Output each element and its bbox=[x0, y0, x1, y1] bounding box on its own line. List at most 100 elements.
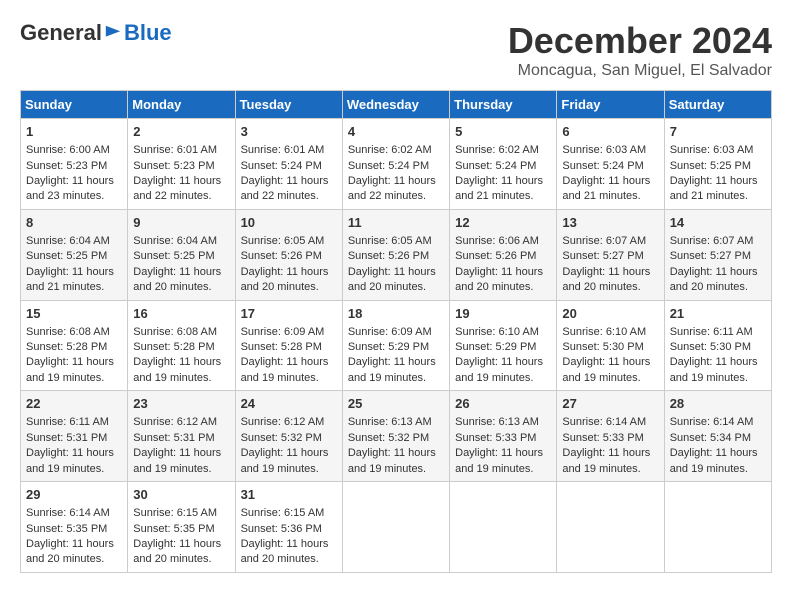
calendar-cell bbox=[664, 482, 771, 573]
sunrise-text: Sunrise: 6:07 AM bbox=[670, 235, 754, 247]
daylight-text: Daylight: 11 hours and 19 minutes. bbox=[26, 447, 114, 474]
sunrise-text: Sunrise: 6:14 AM bbox=[26, 507, 110, 519]
sunrise-text: Sunrise: 6:04 AM bbox=[26, 235, 110, 247]
day-number: 19 bbox=[455, 305, 551, 323]
daylight-text: Daylight: 11 hours and 19 minutes. bbox=[348, 447, 436, 474]
day-number: 27 bbox=[562, 395, 658, 413]
calendar-cell: 5 Sunrise: 6:02 AM Sunset: 5:24 PM Dayli… bbox=[450, 119, 557, 210]
day-number: 18 bbox=[348, 305, 444, 323]
sunset-text: Sunset: 5:28 PM bbox=[26, 341, 107, 353]
calendar-cell bbox=[557, 482, 664, 573]
daylight-text: Daylight: 11 hours and 20 minutes. bbox=[133, 538, 221, 565]
sunset-text: Sunset: 5:32 PM bbox=[348, 432, 429, 444]
daylight-text: Daylight: 11 hours and 20 minutes. bbox=[241, 266, 329, 293]
sunrise-text: Sunrise: 6:11 AM bbox=[26, 416, 109, 428]
calendar-cell: 19 Sunrise: 6:10 AM Sunset: 5:29 PM Dayl… bbox=[450, 300, 557, 391]
daylight-text: Daylight: 11 hours and 19 minutes. bbox=[455, 356, 543, 383]
calendar-cell: 22 Sunrise: 6:11 AM Sunset: 5:31 PM Dayl… bbox=[21, 391, 128, 482]
day-number: 25 bbox=[348, 395, 444, 413]
day-number: 2 bbox=[133, 123, 229, 141]
sunset-text: Sunset: 5:28 PM bbox=[241, 341, 322, 353]
daylight-text: Daylight: 11 hours and 19 minutes. bbox=[455, 447, 543, 474]
sunset-text: Sunset: 5:33 PM bbox=[455, 432, 536, 444]
day-number: 31 bbox=[241, 486, 337, 504]
sunrise-text: Sunrise: 6:12 AM bbox=[133, 416, 217, 428]
sunset-text: Sunset: 5:35 PM bbox=[133, 523, 214, 535]
calendar-cell: 8 Sunrise: 6:04 AM Sunset: 5:25 PM Dayli… bbox=[21, 209, 128, 300]
sunset-text: Sunset: 5:28 PM bbox=[133, 341, 214, 353]
sunrise-text: Sunrise: 6:06 AM bbox=[455, 235, 539, 247]
calendar-cell: 30 Sunrise: 6:15 AM Sunset: 5:35 PM Dayl… bbox=[128, 482, 235, 573]
sunset-text: Sunset: 5:26 PM bbox=[241, 250, 322, 262]
sunset-text: Sunset: 5:25 PM bbox=[26, 250, 107, 262]
sunrise-text: Sunrise: 6:13 AM bbox=[455, 416, 539, 428]
day-number: 3 bbox=[241, 123, 337, 141]
daylight-text: Daylight: 11 hours and 19 minutes. bbox=[670, 356, 758, 383]
calendar-table: SundayMondayTuesdayWednesdayThursdayFrid… bbox=[20, 90, 772, 573]
weekday-header: Friday bbox=[557, 91, 664, 119]
sunrise-text: Sunrise: 6:00 AM bbox=[26, 144, 110, 156]
sunset-text: Sunset: 5:32 PM bbox=[241, 432, 322, 444]
calendar-week-row: 15 Sunrise: 6:08 AM Sunset: 5:28 PM Dayl… bbox=[21, 300, 772, 391]
calendar-cell bbox=[450, 482, 557, 573]
calendar-cell: 24 Sunrise: 6:12 AM Sunset: 5:32 PM Dayl… bbox=[235, 391, 342, 482]
daylight-text: Daylight: 11 hours and 20 minutes. bbox=[348, 266, 436, 293]
day-number: 23 bbox=[133, 395, 229, 413]
sunset-text: Sunset: 5:24 PM bbox=[241, 160, 322, 172]
calendar-cell: 1 Sunrise: 6:00 AM Sunset: 5:23 PM Dayli… bbox=[21, 119, 128, 210]
sunrise-text: Sunrise: 6:01 AM bbox=[133, 144, 217, 156]
sunrise-text: Sunrise: 6:05 AM bbox=[348, 235, 432, 247]
weekday-header: Monday bbox=[128, 91, 235, 119]
daylight-text: Daylight: 11 hours and 22 minutes. bbox=[241, 175, 329, 202]
logo-blue: Blue bbox=[124, 20, 172, 46]
calendar-week-row: 29 Sunrise: 6:14 AM Sunset: 5:35 PM Dayl… bbox=[21, 482, 772, 573]
day-number: 13 bbox=[562, 214, 658, 232]
weekday-header: Thursday bbox=[450, 91, 557, 119]
day-number: 30 bbox=[133, 486, 229, 504]
daylight-text: Daylight: 11 hours and 20 minutes. bbox=[562, 266, 650, 293]
sunrise-text: Sunrise: 6:11 AM bbox=[670, 326, 753, 338]
sunrise-text: Sunrise: 6:01 AM bbox=[241, 144, 325, 156]
day-number: 17 bbox=[241, 305, 337, 323]
daylight-text: Daylight: 11 hours and 20 minutes. bbox=[670, 266, 758, 293]
day-number: 28 bbox=[670, 395, 766, 413]
sunrise-text: Sunrise: 6:10 AM bbox=[562, 326, 646, 338]
daylight-text: Daylight: 11 hours and 19 minutes. bbox=[670, 447, 758, 474]
sunset-text: Sunset: 5:24 PM bbox=[348, 160, 429, 172]
daylight-text: Daylight: 11 hours and 19 minutes. bbox=[133, 447, 221, 474]
calendar-cell: 11 Sunrise: 6:05 AM Sunset: 5:26 PM Dayl… bbox=[342, 209, 449, 300]
sunset-text: Sunset: 5:30 PM bbox=[562, 341, 643, 353]
sunset-text: Sunset: 5:36 PM bbox=[241, 523, 322, 535]
sunset-text: Sunset: 5:34 PM bbox=[670, 432, 751, 444]
sunset-text: Sunset: 5:33 PM bbox=[562, 432, 643, 444]
day-number: 9 bbox=[133, 214, 229, 232]
daylight-text: Daylight: 11 hours and 20 minutes. bbox=[241, 538, 329, 565]
calendar-header-row: SundayMondayTuesdayWednesdayThursdayFrid… bbox=[21, 91, 772, 119]
calendar-cell: 14 Sunrise: 6:07 AM Sunset: 5:27 PM Dayl… bbox=[664, 209, 771, 300]
day-number: 1 bbox=[26, 123, 122, 141]
calendar-cell: 29 Sunrise: 6:14 AM Sunset: 5:35 PM Dayl… bbox=[21, 482, 128, 573]
daylight-text: Daylight: 11 hours and 22 minutes. bbox=[348, 175, 436, 202]
day-number: 29 bbox=[26, 486, 122, 504]
calendar-cell: 28 Sunrise: 6:14 AM Sunset: 5:34 PM Dayl… bbox=[664, 391, 771, 482]
sunset-text: Sunset: 5:31 PM bbox=[26, 432, 107, 444]
sunset-text: Sunset: 5:23 PM bbox=[133, 160, 214, 172]
calendar-cell: 4 Sunrise: 6:02 AM Sunset: 5:24 PM Dayli… bbox=[342, 119, 449, 210]
daylight-text: Daylight: 11 hours and 20 minutes. bbox=[26, 538, 114, 565]
day-number: 15 bbox=[26, 305, 122, 323]
calendar-week-row: 8 Sunrise: 6:04 AM Sunset: 5:25 PM Dayli… bbox=[21, 209, 772, 300]
day-number: 4 bbox=[348, 123, 444, 141]
calendar-cell: 16 Sunrise: 6:08 AM Sunset: 5:28 PM Dayl… bbox=[128, 300, 235, 391]
day-number: 16 bbox=[133, 305, 229, 323]
weekday-header: Tuesday bbox=[235, 91, 342, 119]
sunrise-text: Sunrise: 6:10 AM bbox=[455, 326, 539, 338]
daylight-text: Daylight: 11 hours and 22 minutes. bbox=[133, 175, 221, 202]
sunrise-text: Sunrise: 6:09 AM bbox=[348, 326, 432, 338]
daylight-text: Daylight: 11 hours and 21 minutes. bbox=[455, 175, 543, 202]
sunset-text: Sunset: 5:25 PM bbox=[670, 160, 751, 172]
sunrise-text: Sunrise: 6:02 AM bbox=[348, 144, 432, 156]
day-number: 21 bbox=[670, 305, 766, 323]
sunrise-text: Sunrise: 6:08 AM bbox=[26, 326, 110, 338]
sunrise-text: Sunrise: 6:02 AM bbox=[455, 144, 539, 156]
daylight-text: Daylight: 11 hours and 20 minutes. bbox=[133, 266, 221, 293]
